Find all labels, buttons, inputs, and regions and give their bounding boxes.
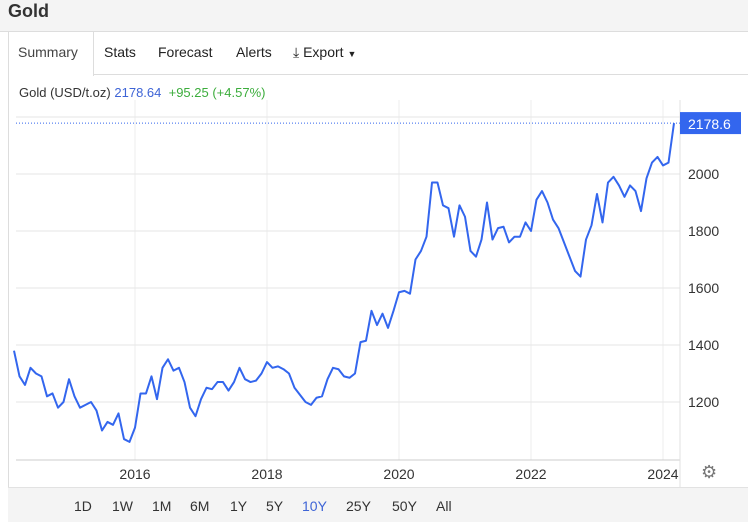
range-6m[interactable]: 6M [190, 498, 209, 514]
price-chart: 2016 2018 2020 2022 2024 1200 1400 1600 1800 2000… [13, 100, 741, 487]
range-1y[interactable]: 1Y [230, 498, 247, 514]
range-1m[interactable]: 1M [152, 498, 171, 514]
y-tick-label: 1200 [688, 394, 719, 410]
range-selector: 1D 1W 1M 6M 1Y 5Y 10Y 25Y 50Y All [8, 487, 748, 522]
x-tick-label: 2024 [647, 466, 678, 482]
price-line [13, 122, 675, 443]
range-1d[interactable]: 1D [74, 498, 92, 514]
range-5y[interactable]: 5Y [266, 498, 283, 514]
y-tick-label: 1600 [688, 280, 719, 296]
y-tick-label: 1800 [688, 223, 719, 239]
settings-gear-icon[interactable]: ⚙ [701, 462, 717, 483]
range-1w[interactable]: 1W [112, 498, 133, 514]
x-tick-label: 2022 [515, 466, 546, 482]
y-tick-label: 2000 [688, 166, 719, 182]
y-tick-label: 1400 [688, 337, 719, 353]
range-25y[interactable]: 25Y [346, 498, 371, 514]
range-all[interactable]: All [436, 498, 452, 514]
x-tick-label: 2016 [119, 466, 150, 482]
x-tick-label: 2020 [383, 466, 414, 482]
x-tick-label: 2018 [251, 466, 282, 482]
range-50y[interactable]: 50Y [392, 498, 417, 514]
range-10y[interactable]: 10Y [302, 498, 327, 514]
last-value-label: 2178.6 [688, 116, 731, 132]
